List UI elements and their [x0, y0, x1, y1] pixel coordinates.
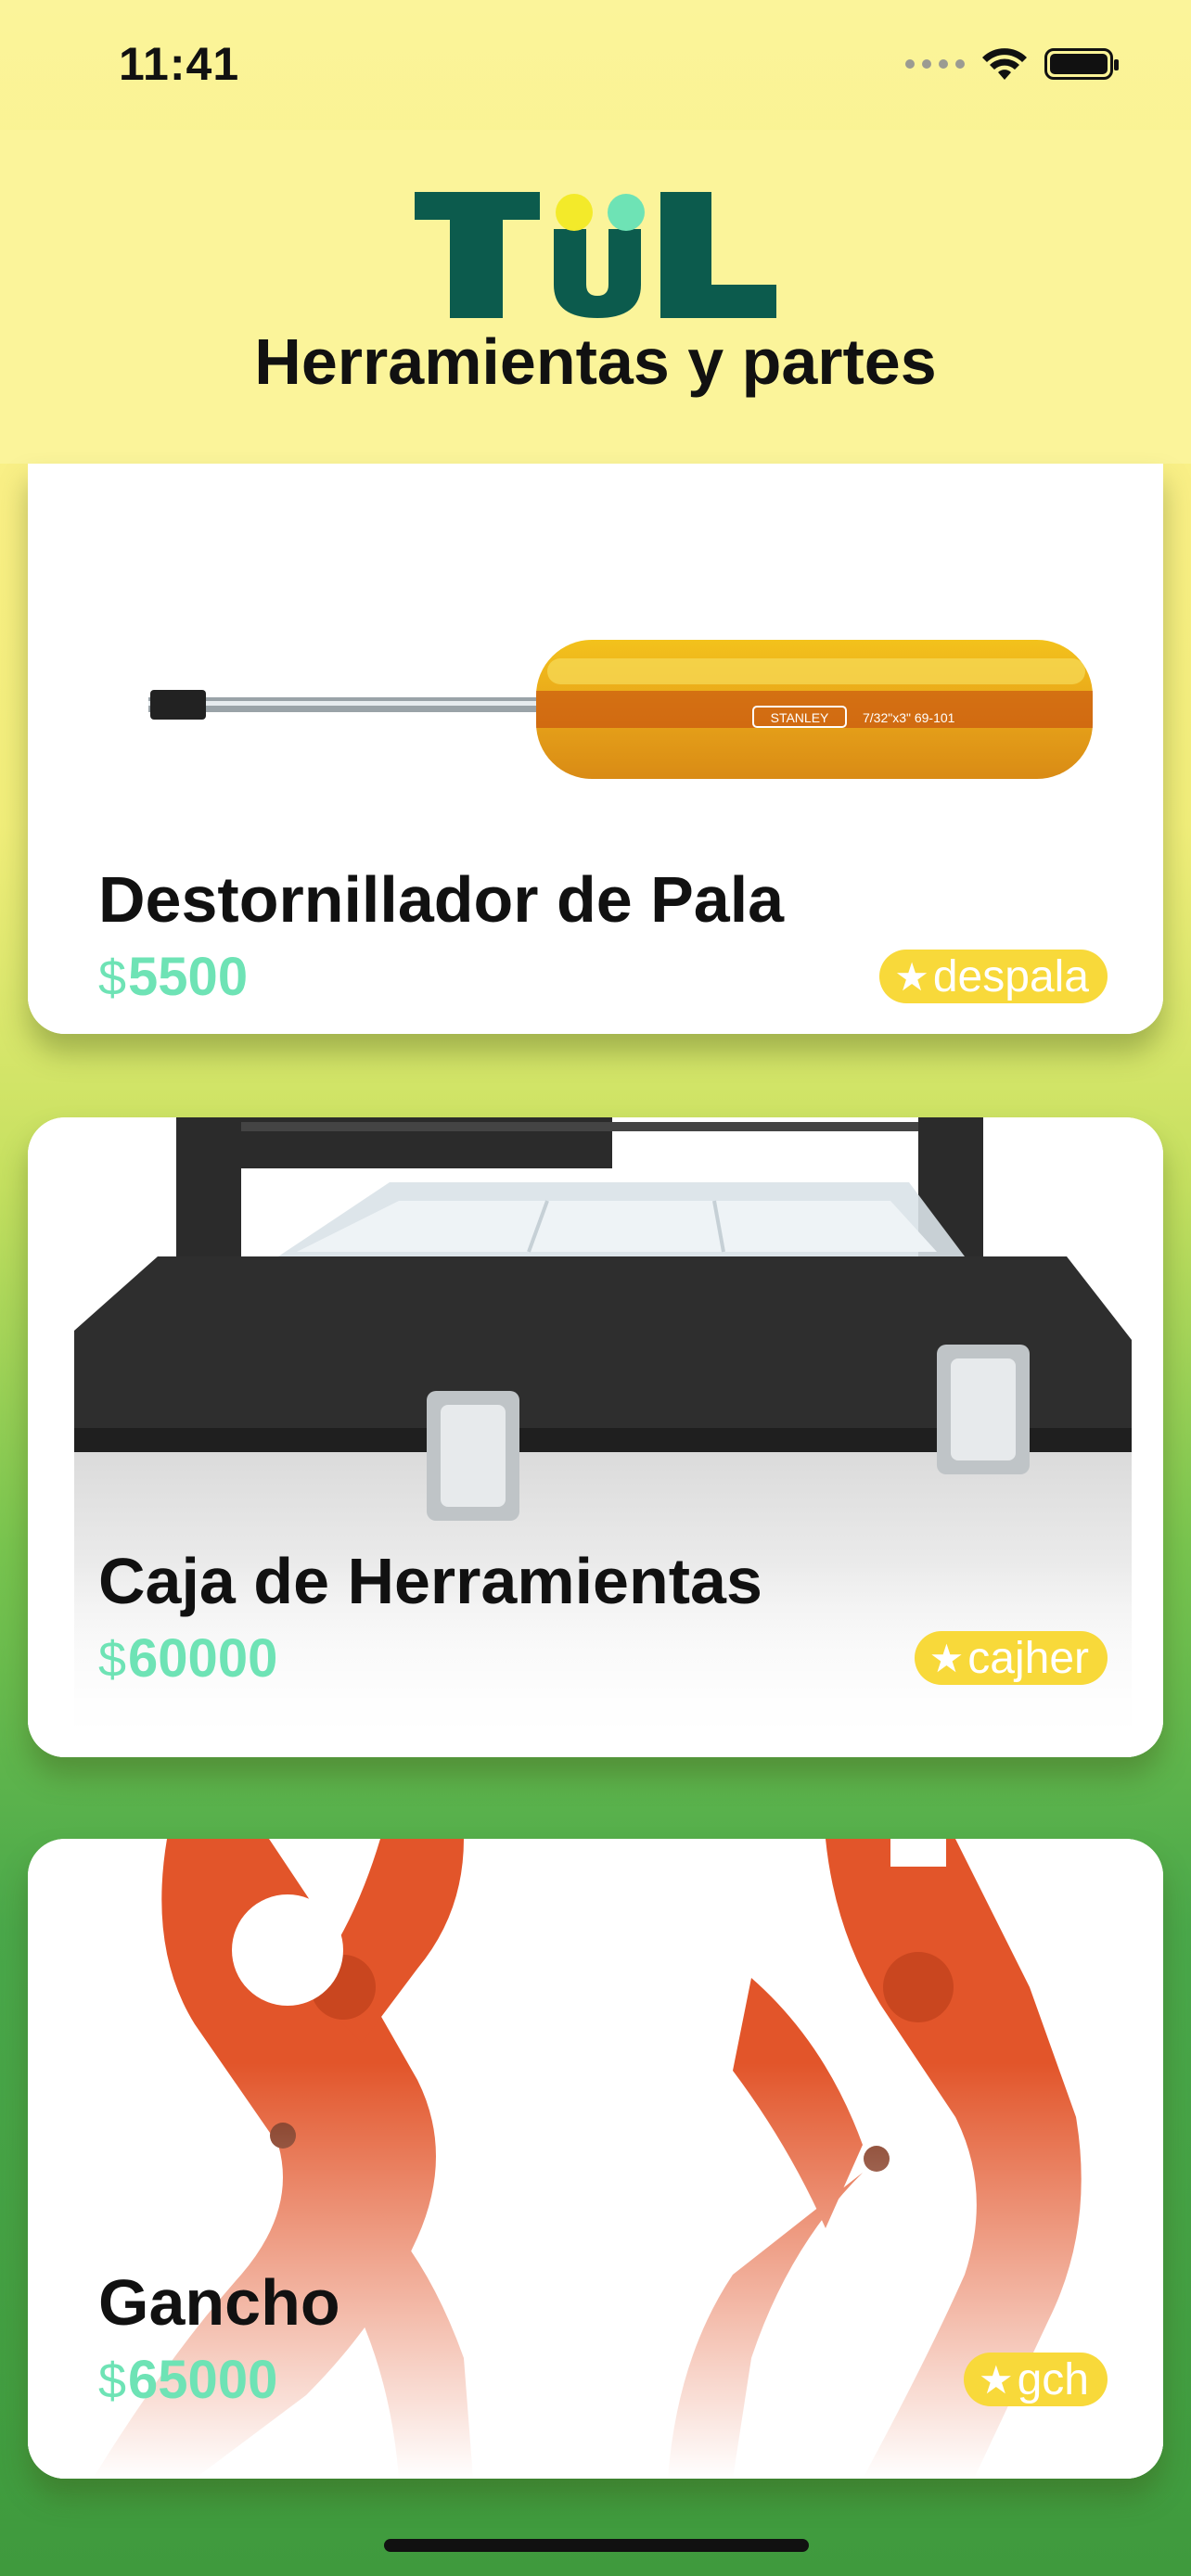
home-indicator[interactable]	[384, 2539, 809, 2552]
star-icon: ★	[978, 2357, 1014, 2402]
tul-logo	[415, 192, 776, 318]
product-price: $60000	[98, 1628, 278, 1689]
product-code-badge: ★ despala	[879, 950, 1108, 1003]
status-icons	[905, 46, 1119, 82]
header: Herramientas y partes	[0, 130, 1191, 464]
product-card[interactable]: Caja de Herramientas $60000 ★ cajher	[28, 1117, 1163, 1757]
product-price: $5500	[98, 947, 249, 1007]
product-name: Destornillador de Pala	[98, 863, 785, 936]
page-subtitle: Herramientas y partes	[254, 325, 937, 398]
star-icon: ★	[894, 954, 929, 999]
product-name: Gancho	[98, 2266, 340, 2339]
wifi-icon	[982, 48, 1027, 80]
status-time: 11:41	[119, 38, 240, 90]
product-name: Caja de Herramientas	[98, 1545, 762, 1617]
star-icon: ★	[928, 1636, 965, 1680]
product-card[interactable]: Gancho $65000 ★ gch	[28, 1839, 1163, 2479]
battery-icon	[1044, 48, 1119, 80]
status-bar: 11:41	[0, 0, 1191, 130]
screwdriver-brand: STANLEY	[771, 710, 829, 725]
product-price: $65000	[98, 2350, 278, 2410]
product-card[interactable]: STANLEY 7/32"x3" 69-101 Destornillador d…	[28, 464, 1163, 1034]
signal-icon	[905, 59, 965, 69]
product-code-badge: ★ gch	[963, 2353, 1108, 2406]
screwdriver-spec: 7/32"x3" 69-101	[863, 710, 955, 725]
product-code-badge: ★ cajher	[914, 1631, 1108, 1685]
